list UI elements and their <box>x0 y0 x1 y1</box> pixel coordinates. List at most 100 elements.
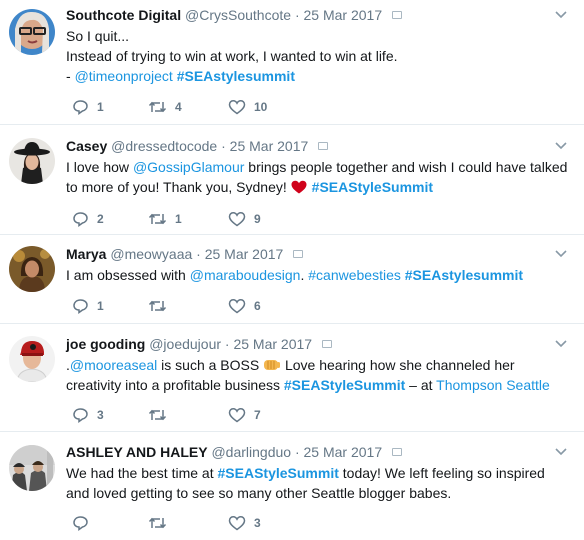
reply-count: 1 <box>97 299 104 313</box>
retweet-button[interactable] <box>148 297 175 315</box>
retweet-button[interactable] <box>148 406 175 424</box>
tweet-header: ASHLEY AND HALEY @darlingduo · 25 Mar 20… <box>66 443 570 461</box>
reply-button[interactable]: 2 <box>72 210 104 228</box>
mention-link[interactable]: @mooreaseal <box>70 357 157 373</box>
timestamp[interactable]: · 25 Mar 2017 <box>295 7 382 23</box>
text-span: to more of you! Thank you, Sydney! <box>66 179 291 195</box>
like-count: 6 <box>254 299 261 313</box>
tweet[interactable]: Marya @meowyaaa · 25 Mar 2017 I am obses… <box>0 235 584 324</box>
like-count: 7 <box>254 408 261 422</box>
reply-button[interactable]: 3 <box>72 406 104 424</box>
timestamp[interactable]: · 25 Mar 2017 <box>221 138 308 154</box>
display-name[interactable]: ASHLEY AND HALEY <box>66 444 208 460</box>
username[interactable]: @CrysSouthcote <box>185 7 291 23</box>
retweet-icon <box>148 213 167 225</box>
message-icon <box>293 250 304 259</box>
username[interactable]: @meowyaaa <box>110 246 192 262</box>
heart-icon <box>228 408 246 423</box>
heart-icon <box>228 299 246 314</box>
like-button[interactable]: 7 <box>228 406 261 424</box>
tweet[interactable]: Southcote Digital @CrysSouthcote · 25 Ma… <box>0 0 584 125</box>
display-name[interactable]: joe gooding <box>66 336 145 352</box>
hashtag-link[interactable]: #SEAstylesummit <box>405 267 523 283</box>
retweet-button[interactable] <box>148 514 175 532</box>
reply-count: 1 <box>97 100 104 114</box>
tweet-line: .@mooreaseal is such a BOSS Love hearing… <box>66 355 570 375</box>
tweet-line: We had the best time at #SEAStyleSummit … <box>66 463 570 483</box>
username[interactable]: @darlingduo <box>211 444 291 460</box>
tweet[interactable]: joe gooding @joedujour · 25 Mar 2017 .@m… <box>0 324 584 432</box>
retweet-icon <box>148 409 167 421</box>
hashtag-link[interactable]: #canwebesties <box>308 267 401 283</box>
chevron-down-icon[interactable] <box>552 137 570 155</box>
display-name[interactable]: Southcote Digital <box>66 7 181 23</box>
reply-button[interactable] <box>72 514 97 532</box>
tweet-text: So I quit... Instead of trying to win at… <box>66 26 570 86</box>
retweet-count: 4 <box>175 100 182 114</box>
tweet-line: I am obsessed with @maraboudesign. #canw… <box>66 265 570 285</box>
text-span: I am obsessed with <box>66 267 190 283</box>
hashtag-link[interactable]: #SEAStyleSummit <box>218 465 339 481</box>
tweet-line: So I quit... <box>66 28 130 44</box>
fist-bump-emoji <box>264 360 281 370</box>
display-name[interactable]: Marya <box>66 246 106 262</box>
message-icon <box>392 448 403 457</box>
like-count: 9 <box>254 212 261 226</box>
username[interactable]: @dressedtocode <box>111 138 217 154</box>
chevron-down-icon[interactable] <box>552 6 570 24</box>
tweet-header: joe gooding @joedujour · 25 Mar 2017 <box>66 335 570 353</box>
retweet-icon <box>148 300 167 312</box>
chevron-down-icon[interactable] <box>552 443 570 461</box>
reply-count: 3 <box>97 408 104 422</box>
retweet-icon <box>148 101 167 113</box>
like-button[interactable]: 3 <box>228 514 261 532</box>
text-span: is such a BOSS <box>157 357 264 373</box>
avatar[interactable] <box>9 138 55 184</box>
tweet-header: Southcote Digital @CrysSouthcote · 25 Ma… <box>66 6 570 24</box>
reply-icon <box>73 100 88 115</box>
reply-button[interactable]: 1 <box>72 98 104 116</box>
tweet-line: and loved getting to see so many other S… <box>66 485 452 501</box>
tweet-line: creativity into a profitable business #S… <box>66 375 570 395</box>
text-span: – at <box>405 377 437 393</box>
timestamp[interactable]: · 25 Mar 2017 <box>225 336 312 352</box>
place-link[interactable]: Thompson Seattle <box>436 377 550 393</box>
tweet-line: I love how @GossipGlamour brings people … <box>66 157 570 177</box>
reply-icon <box>73 516 88 531</box>
display-name[interactable]: Casey <box>66 138 107 154</box>
like-count: 3 <box>254 516 261 530</box>
mention-link[interactable]: @timeonproject <box>75 68 173 84</box>
tweet-feed: Southcote Digital @CrysSouthcote · 25 Ma… <box>0 0 584 540</box>
hashtag-link[interactable]: #SEAstylesummit <box>177 68 295 84</box>
chevron-down-icon[interactable] <box>552 245 570 263</box>
like-button[interactable]: 10 <box>228 98 267 116</box>
text-span: creativity into a profitable business <box>66 377 284 393</box>
timestamp[interactable]: · 25 Mar 2017 <box>295 444 382 460</box>
tweet-line: Instead of trying to win at work, I want… <box>66 48 398 64</box>
like-button[interactable]: 9 <box>228 210 261 228</box>
retweet-button[interactable]: 4 <box>148 98 182 116</box>
red-heart-emoji <box>291 180 307 194</box>
hashtag-link[interactable]: #SEAStyleSummit <box>284 377 405 393</box>
mention-link[interactable]: @GossipGlamour <box>133 159 244 175</box>
avatar[interactable] <box>9 246 55 292</box>
avatar[interactable] <box>9 9 55 55</box>
username[interactable]: @joedujour <box>149 336 221 352</box>
reply-icon <box>73 299 88 314</box>
reply-button[interactable]: 1 <box>72 297 104 315</box>
like-count: 10 <box>254 100 268 114</box>
retweet-icon <box>148 517 167 529</box>
chevron-down-icon[interactable] <box>552 335 570 353</box>
tweet[interactable]: Casey @dressedtocode · 25 Mar 2017 I lov… <box>0 125 584 235</box>
hashtag-link[interactable]: #SEAStyleSummit <box>312 179 433 195</box>
message-icon <box>321 340 332 349</box>
avatar[interactable] <box>9 445 55 491</box>
timestamp[interactable]: · 25 Mar 2017 <box>196 246 283 262</box>
like-button[interactable]: 6 <box>228 297 261 315</box>
avatar[interactable] <box>9 336 55 382</box>
mention-link[interactable]: @maraboudesign <box>190 267 301 283</box>
text-span: We had the best time at <box>66 465 218 481</box>
retweet-button[interactable]: 1 <box>148 210 182 228</box>
tweet[interactable]: ASHLEY AND HALEY @darlingduo · 25 Mar 20… <box>0 432 584 540</box>
tweet-text: I love how @GossipGlamour brings people … <box>66 157 570 197</box>
